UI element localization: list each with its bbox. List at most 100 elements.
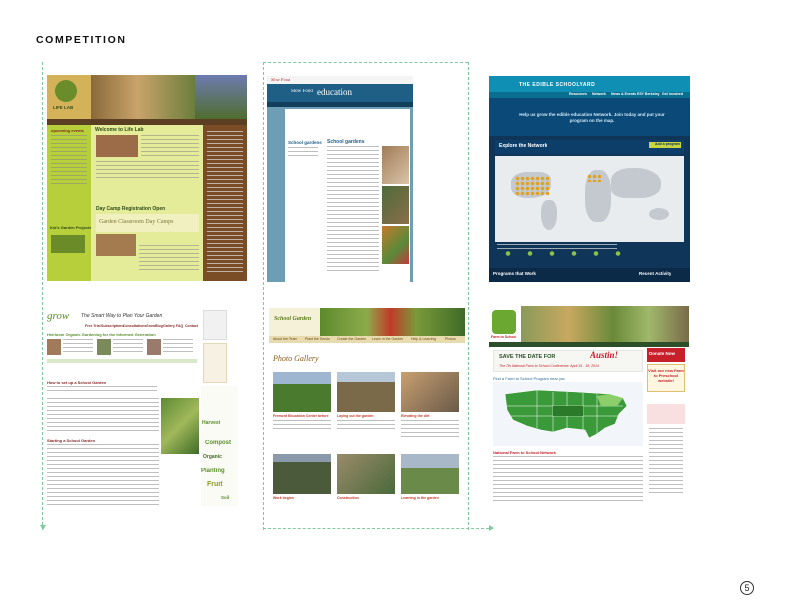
edible-legend-markers	[497, 251, 637, 256]
slowfood-photo-kids	[382, 226, 409, 264]
arrow-right-icon	[489, 525, 494, 531]
farm-nav	[489, 342, 689, 347]
lifelab-screenshot: LIFE LAB upcoming events Kid's Garden Pr…	[47, 75, 247, 281]
grow-author-bio-1	[63, 339, 93, 355]
grow-author-photo-3	[147, 339, 161, 355]
schoolgarden-nav-create[interactable]: Create the Garden	[337, 337, 366, 341]
schoolgarden-photo-2[interactable]	[337, 372, 395, 412]
farm-logo-icon	[492, 310, 516, 334]
farm-austin: Austin!	[590, 350, 619, 360]
edible-map-south-america	[541, 200, 557, 230]
guide-line-right	[468, 62, 469, 530]
schoolgarden-caption-3: Elevating the dirt	[401, 414, 430, 418]
grow-nav-faq[interactable]: FAQ	[176, 324, 183, 328]
schoolgarden-caption-4: Work begins	[273, 496, 294, 500]
schoolgarden-nav-photos[interactable]: Photos	[445, 337, 456, 341]
grow-post-title: How to set up a School Garden	[47, 380, 107, 385]
slowfood-photo-garden	[382, 186, 409, 224]
grow-author-bio-2	[113, 339, 143, 355]
grow-body-text	[47, 444, 159, 508]
lifelab-kids-projects: Kid's Garden Projects	[50, 225, 92, 230]
slowfood-heading: School gardens	[327, 139, 365, 145]
grow-author-photo-2	[97, 339, 111, 355]
grow-tag-fruit[interactable]: Fruit	[207, 481, 223, 490]
schoolgarden-desc-1	[273, 420, 331, 432]
edible-map-markers-europe	[587, 174, 601, 182]
grow-sidebar-ad[interactable]	[203, 343, 227, 383]
guide-line-top	[263, 62, 468, 63]
edible-schoolyard-screenshot: THE EDIBLE SCHOOLYARD Resources Network …	[489, 76, 690, 282]
slowfood-sidebar-links	[288, 147, 318, 156]
lifelab-right-menu	[207, 131, 243, 275]
schoolgarden-caption-5: Construction	[337, 496, 359, 500]
grow-logo: grow	[47, 310, 70, 322]
slide-title: COMPETITION	[36, 34, 127, 46]
edible-hero-text: Help us grow the edible education Networ…	[519, 112, 665, 123]
schoolgarden-nav-plant[interactable]: Plant the Seeds	[305, 337, 330, 341]
schoolgarden-photo-4[interactable]	[273, 454, 331, 494]
grow-nav-subscriptions[interactable]: Subscriptions	[101, 324, 124, 328]
lifelab-photo	[91, 75, 195, 119]
grow-garden-photo	[161, 398, 199, 454]
schoolgarden-nav-learn[interactable]: Learn in the Garden	[372, 337, 403, 341]
lifelab-photo-flowers	[195, 75, 247, 119]
edible-map-legend	[497, 244, 617, 250]
edible-nav-resources[interactable]: Resources	[569, 92, 587, 96]
farm-save-date: SAVE THE DATE FOR	[499, 354, 556, 360]
grow-nav-gallery[interactable]: Gallery	[163, 324, 175, 328]
guide-line-middle	[263, 62, 264, 530]
farm-us-map[interactable]	[497, 384, 637, 444]
lifelab-events-text	[51, 135, 87, 185]
grow-nav-consultations[interactable]: Consultations	[123, 324, 146, 328]
schoolgarden-photo-5[interactable]	[337, 454, 395, 494]
grow-tag-planting[interactable]: Planting	[201, 468, 225, 476]
schoolgarden-nav-help[interactable]: Help & Learning	[411, 337, 436, 341]
edible-map-markers	[515, 176, 549, 196]
schoolgarden-nav-about[interactable]: About the Team	[273, 337, 297, 341]
farm-network-text	[493, 456, 643, 502]
edible-nav-news[interactable]: News & Events	[611, 92, 636, 96]
grow-tag-harvest[interactable]: Harvest	[202, 420, 220, 426]
edible-recent: Recent Activity	[639, 271, 672, 276]
edible-map-australia	[649, 208, 669, 220]
grow-tag-soil[interactable]: Soil	[221, 495, 229, 501]
schoolgarden-photo-6[interactable]	[401, 454, 459, 494]
lifelab-kid-photo	[96, 135, 138, 157]
slowfood-photo-hands	[382, 146, 409, 184]
edible-nav-network[interactable]: Network	[592, 92, 606, 96]
grow-tag-compost[interactable]: Compost	[205, 440, 231, 448]
lifelab-logo: LIFE LAB	[53, 105, 74, 110]
lifelab-camp-list	[139, 245, 199, 273]
edible-nav-berkeley[interactable]: ESY Berkeley	[637, 92, 660, 96]
farm-conference: The 7th National Farm to School Conferen…	[499, 364, 599, 368]
lifelab-logo-icon	[55, 80, 77, 102]
grow-nav-growblog[interactable]: GrowBlog	[146, 324, 163, 328]
farm-network: National Farm to School Network	[493, 450, 556, 455]
schoolgarden-photo-3[interactable]	[401, 372, 459, 412]
grow-tag-organic[interactable]: Organic	[203, 454, 222, 460]
schoolgarden-photo-1[interactable]	[273, 372, 331, 412]
slowfood-nav	[267, 102, 413, 107]
edible-programs: Programs that Work	[493, 271, 536, 276]
farm-logo: Farm to School	[491, 335, 517, 339]
grow-screenshot: grow The Smart Way to Plan Your Garden F…	[45, 310, 240, 511]
guide-line-left	[42, 62, 43, 530]
lifelab-camp-photo	[96, 234, 136, 256]
schoolgarden-desc-3	[401, 420, 459, 440]
farm-to-school-screenshot: Farm to School SAVE THE DATE FOR Austin!…	[489, 306, 689, 506]
farm-sidebar-stats	[649, 428, 683, 494]
lifelab-kids-image	[51, 235, 85, 253]
slowfood-screenshot: Slow Food Slow Food education School gar…	[267, 76, 413, 282]
grow-app-ad[interactable]	[203, 310, 227, 340]
page-number: 5	[740, 581, 754, 595]
farm-donate[interactable]: Donate Now	[649, 351, 675, 357]
grow-nav-contact[interactable]: Contact	[185, 324, 198, 328]
grow-nav-free-trial[interactable]: Free Trial	[85, 324, 101, 328]
edible-add-program[interactable]: Add a program	[655, 142, 680, 146]
farm-find-program: Find a Farm to School Program near you	[493, 376, 566, 381]
edible-nav-involved[interactable]: Get Involved	[662, 92, 683, 96]
grow-blog-nav	[47, 359, 197, 363]
farm-preschool[interactable]: Visit our new Farm to Preschool website!	[648, 368, 684, 383]
lifelab-welcome: Welcome to Life Lab	[95, 127, 144, 133]
schoolgarden-caption-1: Fremont Education Center before	[273, 414, 329, 418]
